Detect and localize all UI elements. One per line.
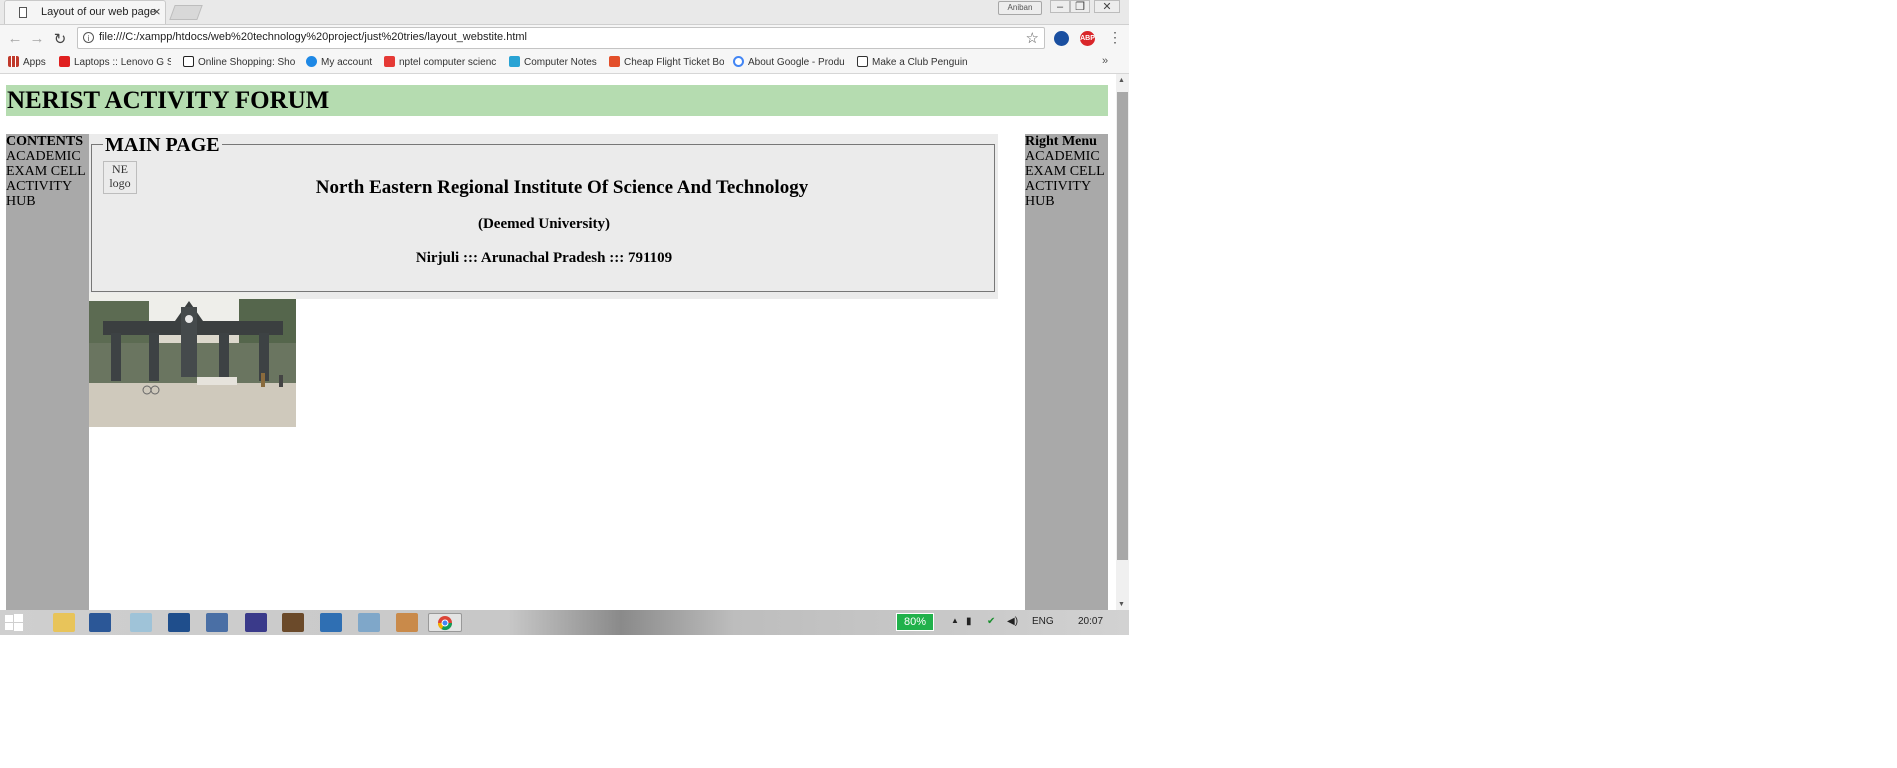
bookmark-flight-tickets[interactable]: Cheap Flight Ticket Bo — [609, 56, 724, 71]
restore-button[interactable]: ❐ — [1070, 0, 1090, 13]
tab-strip: Layout of our web page × Aniban – ❐ ✕ — [0, 0, 1129, 25]
clock[interactable]: 20:07 — [1078, 616, 1103, 627]
back-icon[interactable]: ← — [6, 30, 24, 47]
bookmark-nptel[interactable]: nptel computer scienc — [384, 56, 499, 71]
right-menu-item-hub[interactable]: HUB — [1025, 194, 1108, 209]
paint-icon[interactable] — [396, 613, 418, 632]
app-icon-7[interactable] — [282, 613, 304, 632]
app-icon-6[interactable] — [245, 613, 267, 632]
main-section: MAIN PAGE NE logo North Eastern Regional… — [89, 134, 998, 299]
network-icon[interactable]: ▮ — [966, 616, 972, 627]
site-header: NERIST ACTIVITY FORUM — [6, 85, 1108, 116]
forward-icon[interactable]: → — [28, 30, 46, 47]
empty-area — [1129, 0, 1897, 768]
info-icon[interactable]: i — [83, 32, 94, 43]
browser-toolbar: ← → ↻ i file:///C:/xampp/htdocs/web%20te… — [0, 25, 1129, 53]
word-icon[interactable] — [89, 613, 111, 632]
minimize-button[interactable]: – — [1050, 0, 1070, 13]
notepad-icon[interactable] — [130, 613, 152, 632]
scroll-down-icon[interactable]: ▼ — [1118, 600, 1125, 608]
left-menu-item-academic[interactable]: ACADEMIC — [6, 149, 89, 164]
campus-gate-photo — [89, 293, 296, 427]
penguin-icon — [857, 56, 868, 67]
bookmark-my-account[interactable]: My account — [306, 56, 378, 71]
adblock-icon[interactable]: ABP — [1080, 31, 1095, 46]
left-menu-item-activity[interactable]: ACTIVITY — [6, 179, 89, 194]
menu-kebab-icon[interactable]: ⋮ — [1108, 29, 1122, 46]
notes-icon — [509, 56, 520, 67]
youtube-icon — [384, 56, 395, 67]
gate-illustration — [89, 293, 296, 427]
bookmark-apps[interactable]: Apps — [8, 56, 53, 71]
browser-tab[interactable]: Layout of our web page × — [4, 0, 166, 24]
right-menu-title: Right Menu — [1025, 134, 1097, 149]
tab-close-icon[interactable]: × — [153, 5, 161, 19]
windows-start-icon[interactable] — [5, 614, 23, 631]
site-title: NERIST ACTIVITY FORUM — [7, 87, 330, 114]
url-text[interactable]: file:///C:/xampp/htdocs/web%20technology… — [99, 31, 527, 43]
app-icon-4[interactable] — [168, 613, 190, 632]
battery-indicator[interactable]: 80% — [896, 613, 934, 631]
main-legend: MAIN PAGE — [103, 134, 222, 156]
bookmarks-overflow-icon[interactable]: » — [1102, 55, 1108, 67]
close-window-button[interactable]: ✕ — [1094, 0, 1120, 13]
bookmark-about-google[interactable]: About Google - Produ — [733, 56, 846, 71]
file-explorer-icon[interactable] — [53, 613, 75, 632]
tray-expand-icon[interactable]: ▲ — [951, 616, 959, 625]
left-menu-item-exam-cell[interactable]: EXAM CELL — [6, 164, 89, 179]
tab-title: Layout of our web page — [41, 6, 156, 18]
main-fieldset: MAIN PAGE NE logo North Eastern Regional… — [91, 134, 995, 292]
right-menu: Right Menu ACADEMIC EXAM CELL ACTIVITY H… — [1025, 134, 1108, 610]
apps-grid-icon — [8, 56, 19, 67]
document-icon — [19, 7, 27, 18]
google-icon — [733, 56, 744, 67]
scroll-thumb[interactable] — [1117, 92, 1128, 560]
bookmark-club-penguin[interactable]: Make a Club Penguin — [857, 56, 969, 71]
left-menu-title: CONTENTS — [6, 134, 84, 149]
address-bar[interactable]: i file:///C:/xampp/htdocs/web%20technolo… — [77, 27, 1045, 49]
app-icon-5[interactable] — [206, 613, 228, 632]
bookmark-computer-notes[interactable]: Computer Notes — [509, 56, 602, 71]
page-viewport: NERIST ACTIVITY FORUM CONTENTS ACADEMIC … — [0, 74, 1116, 610]
institute-subtitle: (Deemed University) — [477, 216, 611, 232]
bookmark-amazon[interactable]: Online Shopping: Sho — [183, 56, 295, 71]
institute-address: Nirjuli ::: Arunachal Pradesh ::: 791109 — [415, 250, 673, 266]
bookmark-lenovo[interactable]: Laptops :: Lenovo G S — [59, 56, 171, 71]
app-icon-9[interactable] — [358, 613, 380, 632]
chrome-icon — [437, 616, 453, 631]
flight-icon — [609, 56, 620, 67]
screen: Layout of our web page × Aniban – ❐ ✕ ← … — [0, 0, 1129, 635]
institute-name: North Eastern Regional Institute Of Scie… — [315, 177, 809, 198]
language-indicator[interactable]: ENG — [1032, 616, 1054, 627]
right-menu-item-activity[interactable]: ACTIVITY — [1025, 179, 1108, 194]
reload-icon[interactable]: ↻ — [51, 30, 69, 48]
extension-icon[interactable] — [1054, 31, 1069, 46]
right-menu-item-exam-cell[interactable]: EXAM CELL — [1025, 164, 1108, 179]
skype-icon — [306, 56, 317, 67]
security-icon[interactable]: ✔ — [987, 616, 995, 627]
taskbar: 80% ▲ ▮ ✔ ◀) ENG 20:07 — [0, 610, 1129, 635]
app-icon-8[interactable] — [320, 613, 342, 632]
lenovo-icon — [59, 56, 70, 67]
right-menu-item-academic[interactable]: ACADEMIC — [1025, 149, 1108, 164]
chrome-taskbar-button[interactable] — [428, 613, 462, 632]
vertical-scrollbar[interactable]: ▲ ▼ — [1116, 74, 1129, 610]
bookmarks-bar: Apps Laptops :: Lenovo G S Online Shoppi… — [0, 53, 1129, 74]
profile-button[interactable]: Aniban — [998, 1, 1042, 15]
new-tab-button[interactable] — [169, 5, 203, 20]
volume-icon[interactable]: ◀) — [1007, 616, 1018, 627]
left-menu: CONTENTS ACADEMIC EXAM CELL ACTIVITY HUB — [6, 134, 89, 610]
scroll-up-icon[interactable]: ▲ — [1118, 76, 1125, 84]
left-menu-item-hub[interactable]: HUB — [6, 194, 89, 209]
amazon-icon — [183, 56, 194, 67]
bookmark-star-icon[interactable]: ☆ — [1026, 29, 1039, 47]
